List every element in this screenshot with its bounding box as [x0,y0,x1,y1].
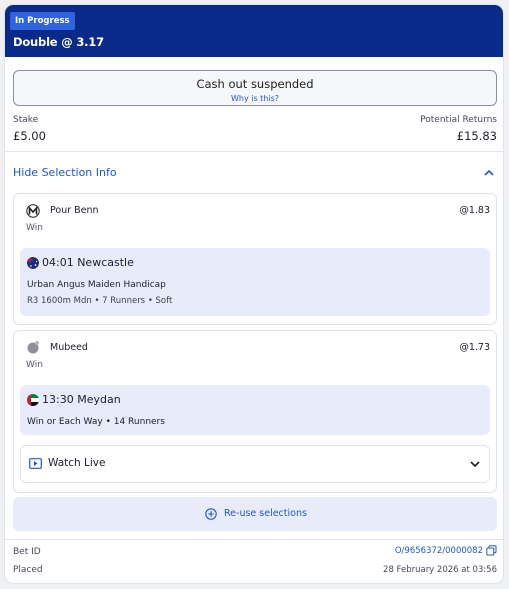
bet-id-label: Bet ID [13,547,41,557]
status-badge: In Progress [10,12,75,30]
bet-id-value[interactable]: O/9656372/0000082 [395,546,483,556]
divider [5,539,503,540]
uae-flag-icon [27,394,39,406]
market-name: Win [26,360,43,370]
race-meta: R3 1600m Mdn • 7 Runners • Soft [27,296,173,306]
placed-value: 28 February 2026 at 03:56 [383,565,497,575]
runner-odds: @1.83 [459,205,490,216]
placed-label: Placed [13,565,43,575]
divider [5,151,503,152]
bet-title: Double @ 3.17 [13,35,104,49]
cashout-label: Cash out suspended [196,77,314,91]
runner-name: Pour Benn [50,205,99,216]
tv-play-icon [29,458,42,469]
plus-circle-icon [205,508,217,520]
runner-name: Mubeed [50,342,88,353]
silks-icon [27,341,39,354]
returns-value: £15.83 [456,129,497,143]
race-time: 13:30 Meydan [42,393,121,406]
australia-flag-icon [27,257,39,269]
reuse-selections-label: Re-use selections [224,508,307,519]
stake-value: £5.00 [13,129,46,143]
chevron-down-icon[interactable] [469,458,481,470]
hide-selection-info-toggle[interactable]: Hide Selection Info [13,166,117,179]
race-info: 13:30 Meydan Win or Each Way • 14 Runner… [20,385,490,435]
stake-label: Stake [13,115,39,125]
chevron-up-icon[interactable] [483,167,495,179]
bet-header: In Progress Double @ 3.17 [5,5,503,57]
returns-label: Potential Returns [420,115,497,125]
watch-live-button[interactable]: Watch Live [20,445,490,483]
bet-card: In Progress Double @ 3.17 Cash out suspe… [5,5,503,583]
runner-odds: @1.73 [459,342,490,353]
race-time: 04:01 Newcastle [42,256,134,269]
race-name: Urban Angus Maiden Handicap [27,280,166,290]
race-name: Win or Each Way • 14 Runners [27,417,165,427]
why-is-this-link[interactable]: Why is this? [14,94,496,103]
selection-card: Mubeed @1.73 Win 13:30 Meydan Win or Eac… [13,330,497,493]
silks-icon [26,204,40,218]
selection-card: Pour Benn @1.83 Win 04:01 Newcastle Urba… [13,193,497,325]
cashout-button[interactable]: Cash out suspended Why is this? [13,70,497,106]
copy-icon[interactable] [486,545,497,556]
race-info: 04:01 Newcastle Urban Angus Maiden Handi… [20,248,490,316]
reuse-selections-button[interactable]: Re-use selections [13,497,497,531]
watch-live-label: Watch Live [48,457,106,469]
market-name: Win [26,223,43,233]
